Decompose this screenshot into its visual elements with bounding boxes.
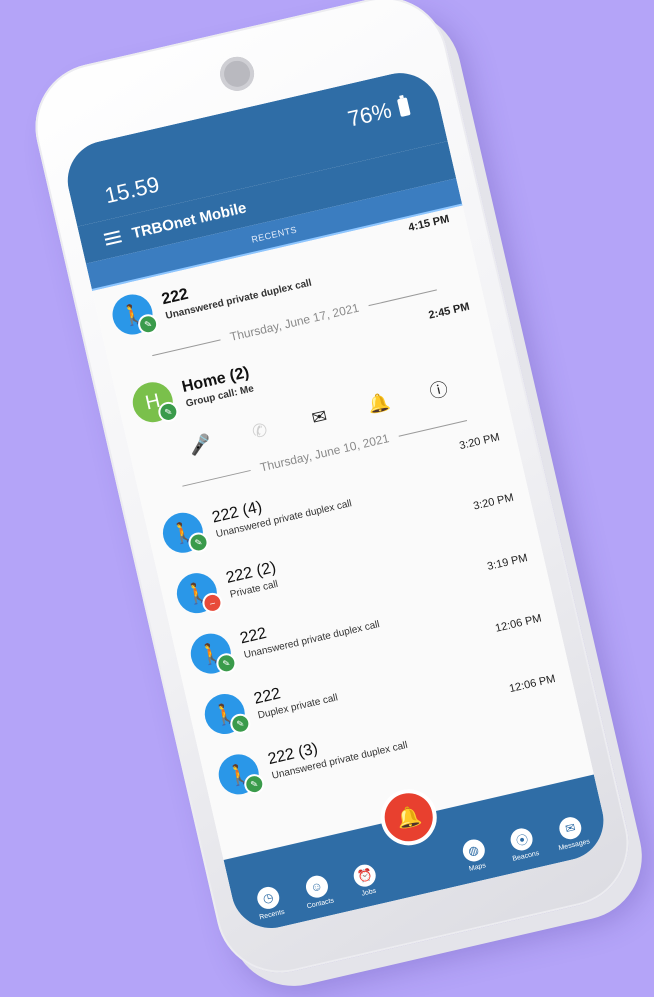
microphone-icon[interactable]: 🎤 — [185, 431, 215, 457]
alarm-clock-icon: ⏰ — [351, 862, 379, 889]
nav-beacons-label: Beacons — [511, 849, 540, 863]
avatar: 🚶 ✎ — [214, 750, 267, 799]
nav-jobs[interactable]: ⏰ Jobs — [341, 860, 391, 901]
battery-level: 76% — [345, 97, 394, 132]
globe-icon: ◍ — [460, 837, 487, 864]
phone-icon[interactable]: ✆ — [245, 418, 275, 444]
nav-maps-label: Maps — [468, 862, 487, 873]
call-time: 3:20 PM — [472, 491, 515, 513]
call-time: 4:15 PM — [407, 212, 451, 235]
nav-jobs-label: Jobs — [360, 887, 377, 898]
battery-indicator: 76% — [345, 93, 411, 132]
avatar: 🚶 ✎ — [186, 629, 239, 678]
nav-recents-label: Recents — [258, 908, 286, 922]
chat-bubble-icon: ✉ — [557, 814, 584, 842]
nav-messages[interactable]: ✉ Messages — [546, 813, 596, 854]
call-time: 3:19 PM — [486, 552, 529, 573]
nav-contacts[interactable]: ☺ Contacts — [293, 871, 343, 912]
phone-screen: 15.59 76% TRBOnet Mobile RECENTS 4:15 PM… — [59, 65, 612, 937]
avatar: 🚶 – — [172, 569, 225, 618]
front-camera — [216, 53, 258, 95]
call-time: 2:45 PM — [427, 300, 471, 322]
clock-icon: ◷ — [254, 884, 282, 912]
nav-contacts-label: Contacts — [306, 897, 335, 911]
nav-beacons[interactable]: ⦿ Beacons — [498, 824, 548, 865]
phone-device: 15.59 76% TRBOnet Mobile RECENTS 4:15 PM… — [22, 0, 642, 986]
tab-recents-label: RECENTS — [250, 224, 298, 245]
avatar: 🚶 ✎ — [158, 508, 211, 557]
menu-icon[interactable] — [103, 230, 122, 246]
alarm-bell-icon: 🔔 — [394, 804, 424, 832]
recents-list[interactable]: 4:15 PM 🚶 ✎ 222 Unanswered private duple… — [92, 205, 594, 861]
beacon-icon: ⦿ — [508, 826, 536, 853]
call-time: 3:20 PM — [458, 431, 501, 453]
avatar: 🚶 ✎ — [108, 290, 161, 339]
person-icon: ☺ — [303, 873, 330, 900]
mail-icon[interactable]: ✉ — [304, 404, 334, 430]
avatar: 🚶 ✎ — [200, 690, 253, 738]
status-time: 15.59 — [102, 171, 162, 209]
nav-maps[interactable]: ◍ Maps — [450, 835, 500, 876]
bell-icon[interactable]: 🔔 — [364, 390, 394, 416]
battery-icon — [396, 97, 411, 118]
info-icon[interactable]: ⓘ — [423, 374, 454, 405]
nav-recents[interactable]: ◷ Recents — [244, 882, 294, 923]
nav-messages-label: Messages — [557, 838, 591, 853]
avatar: H ✎ — [128, 378, 181, 427]
